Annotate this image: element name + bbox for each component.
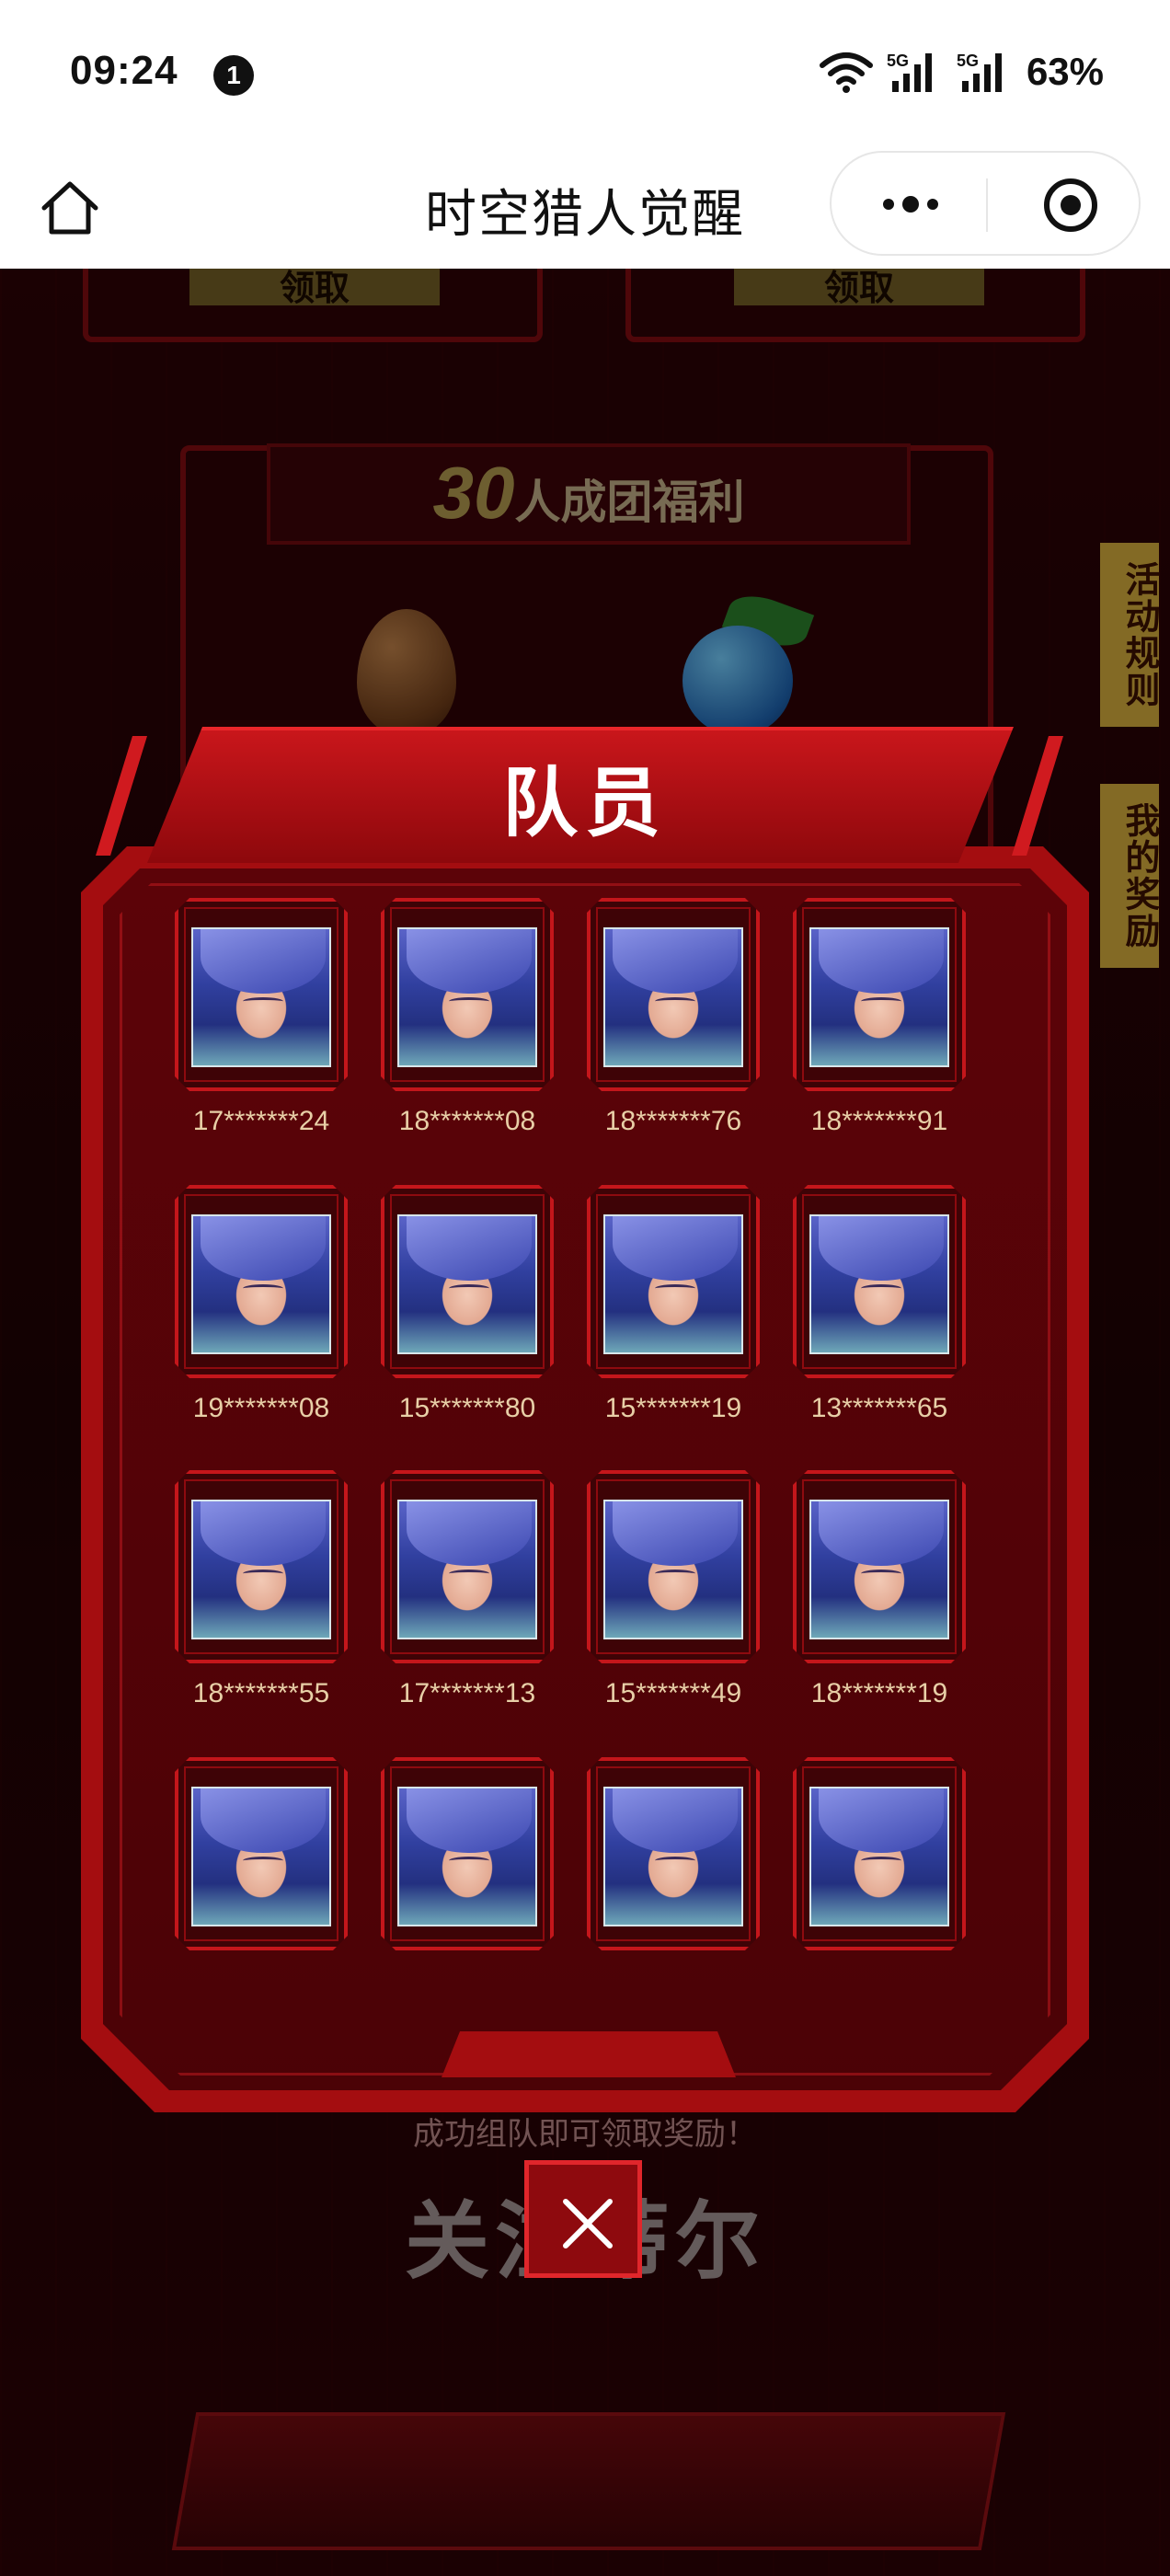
- avatar-frame: [587, 898, 760, 1091]
- member-item: 19*******08: [175, 1185, 348, 1424]
- member-item: 17*******24: [175, 898, 348, 1137]
- avatar-frame: [175, 1757, 348, 1950]
- member-phone: 15*******19: [604, 1393, 742, 1423]
- avatar-frame: [587, 1185, 760, 1378]
- status-bar: 09:24 1 5G 5G 63%: [0, 0, 1170, 147]
- member-phone: 18*******55: [192, 1678, 330, 1708]
- avatar-frame: [793, 1470, 966, 1663]
- avatar-frame: [793, 898, 966, 1091]
- avatar-frame: [381, 1757, 554, 1950]
- member-phone: 18*******76: [604, 1106, 742, 1136]
- avatar: [191, 1214, 331, 1354]
- svg-text:5G: 5G: [957, 52, 979, 70]
- member-phone: 18*******19: [810, 1678, 948, 1708]
- avatar-frame: [793, 1757, 966, 1950]
- avatar-frame: [381, 898, 554, 1091]
- member-item: [175, 1757, 348, 1965]
- member-phone: 19*******08: [192, 1393, 330, 1423]
- member-item: [793, 1757, 966, 1965]
- member-phone: 17*******24: [192, 1106, 330, 1136]
- mini-program-nav-bar: 时空猎人觉醒: [0, 147, 1170, 269]
- notification-badge: 1: [213, 55, 254, 96]
- member-item: 18*******55: [175, 1470, 348, 1709]
- avatar: [603, 1787, 743, 1926]
- avatar-frame: [175, 1185, 348, 1378]
- avatar-frame: [175, 1470, 348, 1663]
- member-item: 18*******91: [793, 898, 966, 1137]
- member-item: [381, 1757, 554, 1965]
- avatar-frame: [587, 1470, 760, 1663]
- member-phone: 15*******80: [398, 1393, 536, 1423]
- svg-text:5G: 5G: [887, 52, 909, 70]
- avatar: [191, 927, 331, 1067]
- member-phone: 18*******08: [398, 1106, 536, 1136]
- member-item: 18*******76: [587, 898, 760, 1137]
- status-icons: 5G 5G 63%: [819, 48, 1104, 96]
- wifi-icon: [819, 52, 873, 93]
- member-phone: 15*******49: [604, 1678, 742, 1708]
- signal-5g-icon-1: 5G: [887, 52, 932, 92]
- member-phone: 13*******65: [810, 1393, 948, 1423]
- signal-5g-icon-2: 5G: [957, 52, 1002, 92]
- avatar: [603, 1214, 743, 1354]
- member-phone: 17*******13: [398, 1678, 536, 1708]
- avatar: [397, 1787, 537, 1926]
- more-dots-icon[interactable]: [878, 186, 944, 223]
- modal-bottom-tab: [442, 2031, 736, 2077]
- close-x-icon: [563, 2199, 613, 2248]
- member-item: [587, 1757, 760, 1965]
- avatar: [191, 1500, 331, 1639]
- avatar: [397, 1214, 537, 1354]
- battery-level: 63%: [1026, 50, 1104, 93]
- member-item: 15*******49: [587, 1470, 760, 1709]
- status-time: 09:24: [70, 48, 178, 93]
- avatar-frame: [381, 1470, 554, 1663]
- avatar-frame: [381, 1185, 554, 1378]
- avatar: [809, 927, 949, 1067]
- modal-title: 队员: [501, 762, 668, 845]
- avatar: [397, 1500, 537, 1639]
- member-item: 18*******19: [793, 1470, 966, 1709]
- avatar-frame: [587, 1757, 760, 1950]
- avatar: [191, 1787, 331, 1926]
- avatar: [603, 1500, 743, 1639]
- member-item: 15*******19: [587, 1185, 760, 1424]
- avatar: [809, 1214, 949, 1354]
- member-item: 17*******13: [381, 1470, 554, 1709]
- avatar: [809, 1500, 949, 1639]
- member-item: 13*******65: [793, 1185, 966, 1424]
- target-close-icon[interactable]: [1041, 176, 1100, 235]
- capsule-divider: [986, 178, 988, 232]
- modal-close-button[interactable]: [524, 2160, 642, 2278]
- member-item: 15*******80: [381, 1185, 554, 1424]
- avatar: [809, 1787, 949, 1926]
- avatar-frame: [793, 1185, 966, 1378]
- avatar: [603, 927, 743, 1067]
- capsule-menu: [830, 151, 1141, 256]
- avatar: [397, 927, 537, 1067]
- member-phone: 18*******91: [810, 1106, 948, 1136]
- avatar-frame: [175, 898, 348, 1091]
- member-item: 18*******08: [381, 898, 554, 1137]
